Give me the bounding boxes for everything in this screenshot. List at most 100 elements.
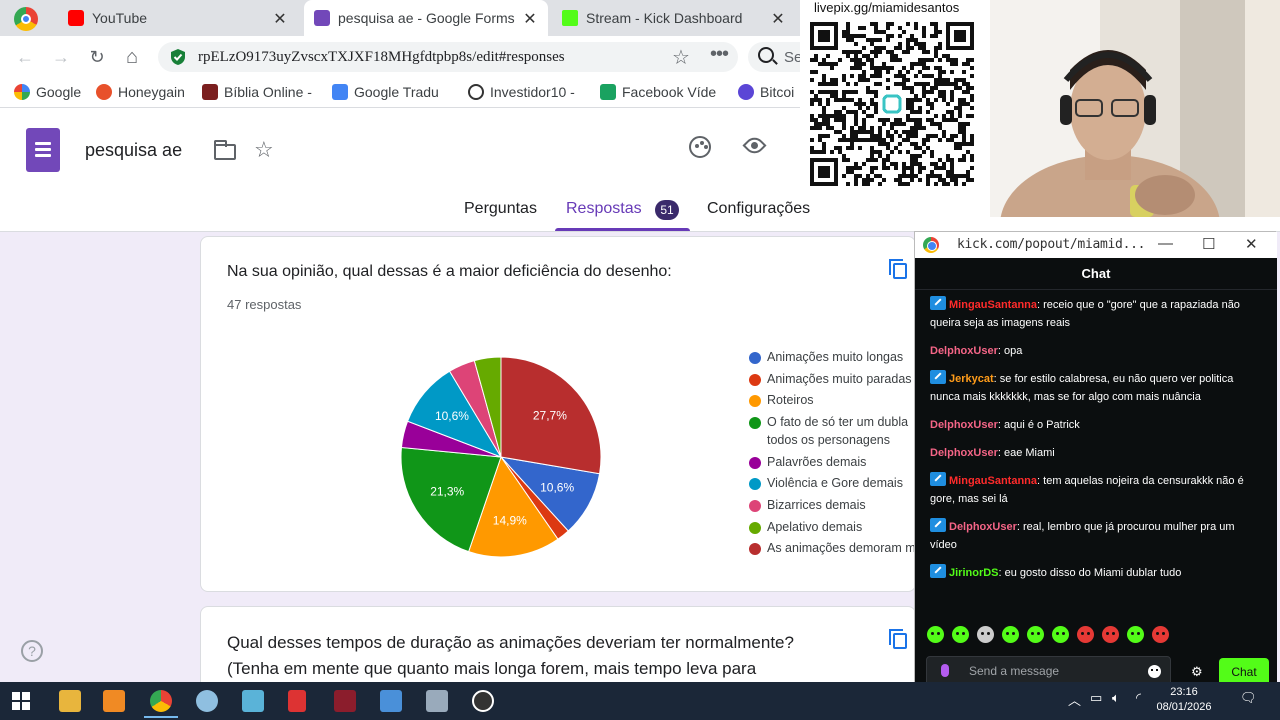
tray-chevron-icon[interactable]: ︿ xyxy=(1068,690,1081,709)
home-icon[interactable]: ⌂ xyxy=(121,46,143,68)
chat-settings-gear-icon[interactable]: ⚙ xyxy=(1191,664,1203,680)
bookmark-facebook[interactable]: Facebook Víde xyxy=(600,84,716,100)
emote-icon[interactable] xyxy=(1152,626,1169,643)
chat-username[interactable]: DelphoxUser xyxy=(930,345,998,357)
notepad-icon[interactable] xyxy=(242,690,264,712)
customize-theme-icon[interactable] xyxy=(689,136,711,158)
popout-title-bar: kick.com/popout/miamid... — ☐ ✕ xyxy=(915,232,1277,258)
star-icon[interactable]: ☆ xyxy=(254,137,274,163)
kick-icon xyxy=(562,10,578,26)
tab-configuracoes[interactable]: Configurações xyxy=(707,200,810,218)
more-options-icon[interactable]: ••• xyxy=(710,43,729,66)
emote-bar xyxy=(927,626,1169,646)
tab-kick-dashboard[interactable]: Stream - Kick Dashboard ✕ xyxy=(552,0,796,36)
chat-username[interactable]: Jerkycat xyxy=(949,373,994,385)
notifications-icon[interactable]: 🗨︎ xyxy=(1240,690,1257,706)
preview-eye-icon[interactable] xyxy=(742,133,767,158)
help-icon[interactable]: ? xyxy=(21,640,43,662)
reload-icon[interactable]: ↻ xyxy=(86,46,108,68)
wifi-icon[interactable]: ◜ xyxy=(1136,690,1141,706)
legend-swatch xyxy=(749,499,761,512)
window-app-icon[interactable] xyxy=(426,690,448,712)
bookmark-honeygain[interactable]: Honeygain xyxy=(96,84,185,100)
microphone-icon[interactable] xyxy=(941,664,949,677)
app-icon[interactable] xyxy=(196,690,218,712)
emote-icon[interactable] xyxy=(927,626,944,643)
form-title[interactable]: pesquisa ae xyxy=(85,140,182,161)
emote-icon[interactable] xyxy=(1127,626,1144,643)
search-box[interactable]: Se xyxy=(748,42,808,72)
legend-item: Animações muito longas xyxy=(747,349,917,371)
file-explorer-icon[interactable] xyxy=(59,690,81,712)
tab-youtube[interactable]: YouTube ✕ xyxy=(58,0,298,36)
screen: YouTube ✕ pesquisa ae - Google Forms ✕ S… xyxy=(0,0,1280,720)
clock-date: 08/01/2026 xyxy=(1156,701,1212,713)
flash-icon[interactable] xyxy=(334,690,356,712)
volume-icon[interactable]: 🔈︎ xyxy=(1112,690,1120,706)
tab-respostas[interactable]: Respostas xyxy=(566,200,642,218)
webcam-feed xyxy=(990,0,1280,217)
bookmark-bitcoin[interactable]: Bitcoi xyxy=(738,84,794,100)
emoji-picker-icon[interactable] xyxy=(1148,665,1161,678)
chat-message: MingauSantanna: tem aquelas nojeira da c… xyxy=(930,472,1260,508)
bookmark-biblia[interactable]: Bíblia Online - xyxy=(202,84,312,100)
close-window-icon[interactable]: ✕ xyxy=(1245,235,1258,253)
windows-start-icon[interactable] xyxy=(12,692,30,710)
battery-icon[interactable]: ▭ xyxy=(1090,690,1102,706)
pie-chart: 10,6% 14,9% 21,3% 10,6% 27,7% xyxy=(400,356,602,558)
emote-icon[interactable] xyxy=(1002,626,1019,643)
copy-chart-icon[interactable] xyxy=(889,259,907,279)
bookmark-google-tradutor[interactable]: Google Tradu xyxy=(332,84,439,100)
forward-icon[interactable]: → xyxy=(50,46,72,68)
chat-text: aqui é o Patrick xyxy=(1003,419,1080,431)
translate-icon xyxy=(332,84,348,100)
chat-message: Jerkycat: se for estilo calabresa, eu nã… xyxy=(930,370,1260,406)
media-player-icon[interactable] xyxy=(103,690,125,712)
address-bar[interactable]: rpELzO9173uyZvscxTXJXF18MHgfdtpbp8s/edit… xyxy=(158,42,738,72)
chat-username[interactable]: DelphoxUser xyxy=(930,419,998,431)
chrome-taskbar-icon[interactable] xyxy=(144,690,178,718)
emote-icon[interactable] xyxy=(1027,626,1044,643)
popout-url: kick.com/popout/miamid... xyxy=(957,237,1146,252)
bookmark-star-icon[interactable]: ☆ xyxy=(672,45,690,70)
url-text: rpELzO9173uyZvscxTXJXF18MHgfdtpbp8s/edit… xyxy=(198,49,565,65)
emote-icon[interactable] xyxy=(1052,626,1069,643)
bookmark-label: Honeygain xyxy=(118,84,185,100)
emote-icon[interactable] xyxy=(952,626,969,643)
legend-item: Animações muito paradas xyxy=(747,371,917,393)
emote-icon[interactable] xyxy=(1077,626,1094,643)
emote-icon[interactable] xyxy=(1102,626,1119,643)
tab-perguntas[interactable]: Perguntas xyxy=(464,200,537,218)
maximize-icon[interactable]: ☐ xyxy=(1202,235,1215,253)
close-tab-icon[interactable]: ✕ xyxy=(522,9,538,29)
obs-icon[interactable] xyxy=(472,690,494,712)
bible-icon xyxy=(202,84,218,100)
chat-username[interactable]: MingauSantanna xyxy=(949,299,1037,311)
legend-swatch xyxy=(749,395,761,408)
google-forms-logo-icon[interactable] xyxy=(26,128,60,172)
system-clock[interactable]: 23:16 08/01/2026 xyxy=(1152,685,1216,715)
browser-logo-icon[interactable] xyxy=(14,7,38,31)
back-icon[interactable]: ← xyxy=(14,46,36,68)
webcam-image xyxy=(990,0,1280,217)
chat-username[interactable]: MingauSantanna xyxy=(949,475,1037,487)
close-tab-icon[interactable]: ✕ xyxy=(272,9,288,29)
bookmark-label: Bitcoi xyxy=(760,84,795,100)
legend-swatch xyxy=(749,352,761,364)
bookmark-google[interactable]: Google xyxy=(14,84,81,100)
move-to-folder-icon[interactable] xyxy=(214,140,236,160)
legend-item: Palavrões demais xyxy=(747,454,917,476)
bookmark-investidor10[interactable]: Investidor10 - xyxy=(468,84,575,100)
copy-chart-icon[interactable] xyxy=(889,629,907,649)
chat-username[interactable]: JirinorDS xyxy=(949,567,999,579)
tab-google-forms[interactable]: pesquisa ae - Google Forms ✕ xyxy=(304,0,548,36)
image-viewer-icon[interactable] xyxy=(380,690,402,712)
chat-username[interactable]: DelphoxUser xyxy=(930,447,998,459)
close-tab-icon[interactable]: ✕ xyxy=(770,9,786,29)
calculator-icon[interactable] xyxy=(288,690,306,712)
chat-header: Chat xyxy=(915,258,1277,290)
subscriber-badge-icon xyxy=(930,564,946,578)
emote-icon[interactable] xyxy=(977,626,994,643)
chat-username[interactable]: DelphoxUser xyxy=(949,521,1017,533)
minimize-icon[interactable]: — xyxy=(1158,235,1173,252)
